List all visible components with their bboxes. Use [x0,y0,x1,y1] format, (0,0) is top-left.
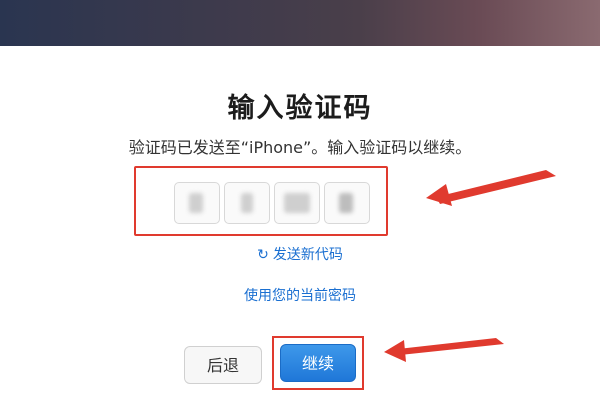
arrow-to-continue-button [384,338,504,362]
annotation-arrows [384,170,556,362]
arrow-to-code-box [426,170,556,206]
